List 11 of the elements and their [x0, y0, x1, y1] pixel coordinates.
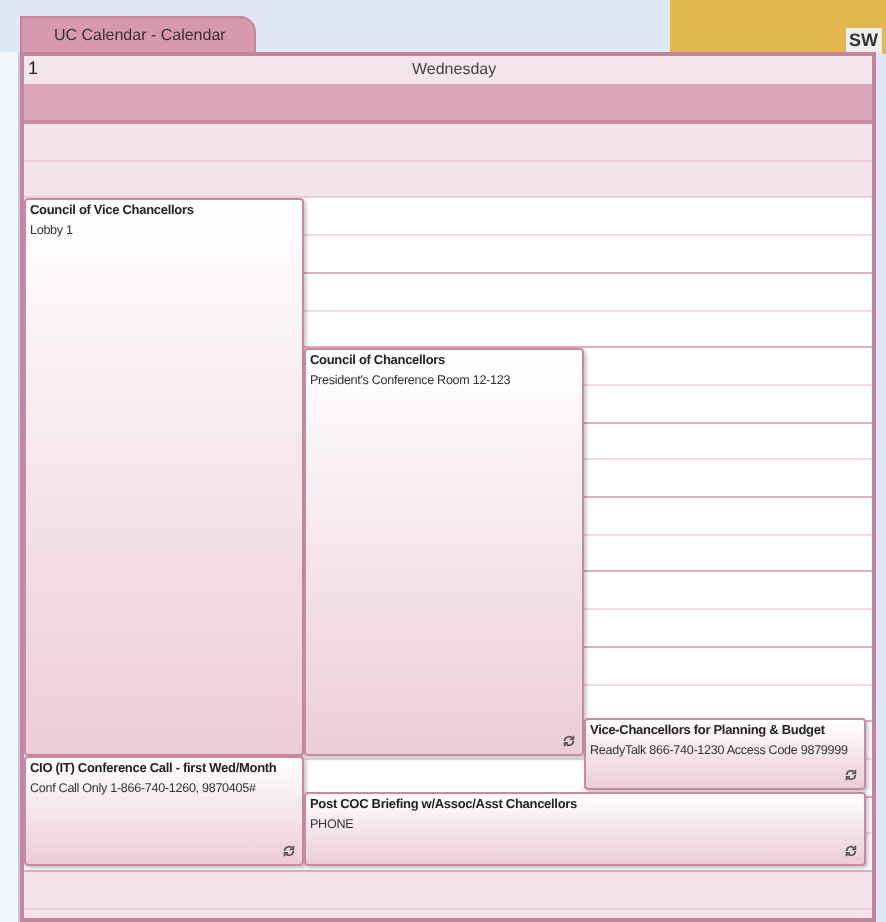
off-hours-slot[interactable] [24, 124, 872, 160]
day-number: 1 [28, 56, 39, 83]
off-hours-slot[interactable] [24, 872, 872, 908]
recurrence-icon [562, 734, 576, 748]
window-label: SW [845, 27, 882, 54]
weekday-label: Wednesday [412, 58, 497, 82]
recurrence-icon [844, 768, 858, 782]
recurrence-icon [844, 844, 858, 858]
calendar-tab[interactable]: UC Calendar - Calendar [20, 16, 256, 54]
off-hours-slot[interactable] [24, 161, 872, 197]
recurrence-icon [282, 844, 296, 858]
